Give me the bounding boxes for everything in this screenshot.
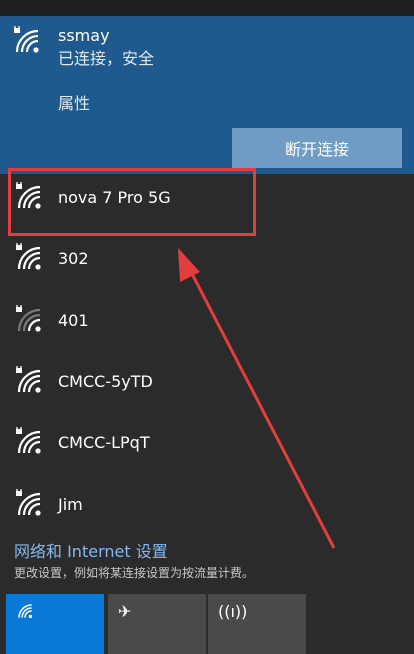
network-item-401[interactable]: 401 <box>0 291 414 353</box>
secured-wifi-icon <box>12 26 42 56</box>
secured-wifi-icon <box>14 305 44 335</box>
settings-description: 更改设置，例如将某连接设置为按流量计费。 <box>14 566 255 580</box>
wifi-icon <box>16 602 34 624</box>
disconnect-button[interactable]: 断开连接 <box>232 128 402 168</box>
secured-wifi-icon <box>14 427 44 457</box>
secured-wifi-icon <box>14 243 44 273</box>
wifi-toggle-tile[interactable] <box>6 594 104 654</box>
airplane-mode-tile[interactable]: ✈ <box>108 594 206 654</box>
mobile-hotspot-icon: ((ı)) <box>218 602 248 621</box>
connected-network-status: 已连接，安全 <box>58 49 155 68</box>
network-item-302[interactable]: 302 <box>0 229 414 291</box>
secured-wifi-icon <box>14 489 44 519</box>
network-name: CMCC-LPqT <box>58 433 150 452</box>
properties-link[interactable]: 属性 <box>58 90 90 114</box>
airplane-icon: ✈ <box>118 602 132 621</box>
network-item-cmcc-lpqt[interactable]: CMCC-LPqT <box>0 413 414 475</box>
network-internet-settings-link[interactable]: 网络和 Internet 设置 <box>14 538 168 562</box>
connected-network[interactable]: ssmay 已连接，安全 属性 断开连接 <box>0 16 414 174</box>
network-name: Jim <box>58 495 83 514</box>
top-edge <box>0 0 414 16</box>
network-item-jim[interactable]: Jim <box>0 475 414 537</box>
network-name: CMCC-5yTD <box>58 372 153 391</box>
mobile-hotspot-tile[interactable]: ((ı)) <box>208 594 306 654</box>
secured-wifi-icon <box>14 366 44 396</box>
network-name: 401 <box>58 311 89 330</box>
network-item-cmcc-5ytd[interactable]: CMCC-5yTD <box>0 352 414 414</box>
connected-network-name: ssmay <box>58 26 110 45</box>
highlight-box <box>8 168 256 236</box>
network-name: 302 <box>58 249 89 268</box>
